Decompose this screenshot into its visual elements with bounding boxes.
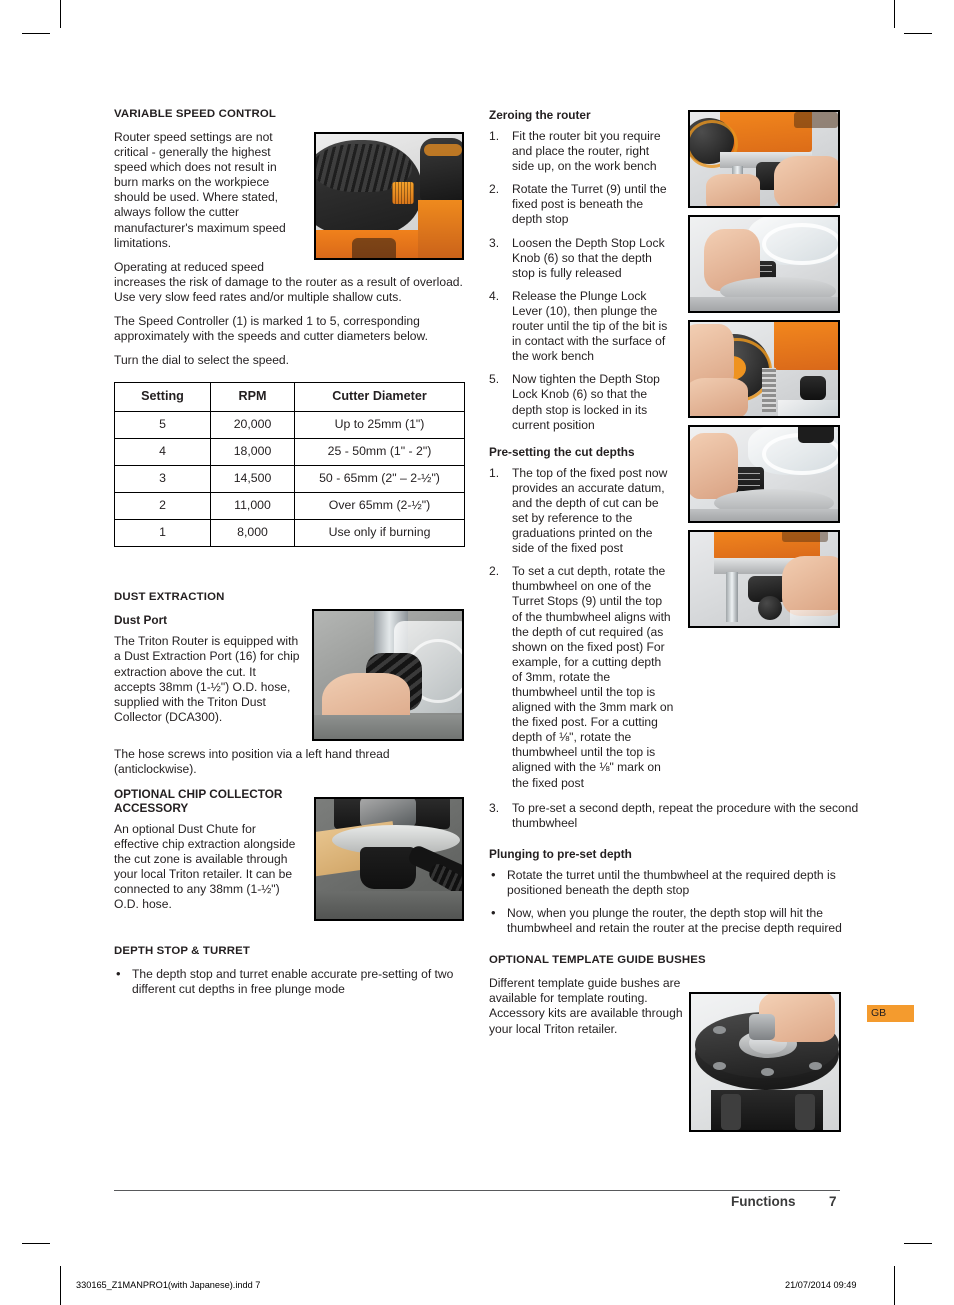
section-heading-variable-speed: VARIABLE SPEED CONTROL (114, 108, 276, 120)
section-heading-template-guide-bushes: OPTIONAL TEMPLATE GUIDE BUSHES (489, 954, 706, 967)
zeroing-step-3-photo (688, 320, 840, 418)
cell-rpm: 11,000 (210, 492, 295, 521)
dust-port-paragraph-2: The hose screws into position via a left… (114, 747, 390, 777)
list-item-text: Rotate the Turret (9) until the fixed po… (512, 182, 667, 227)
left-column: VARIABLE SPEED CONTROL Router speed sett… (114, 108, 465, 1007)
cell-setting: 1 (114, 519, 211, 548)
list-item: 1. The top of the fixed post now provide… (489, 466, 674, 557)
list-item-text: Release the Plunge Lock Lever (10), then… (512, 288, 668, 364)
list-item-text: The top of the fixed post now provides a… (512, 465, 668, 556)
cell-cutter-diameter: Use only if burning (294, 519, 465, 548)
cell-setting: 2 (114, 492, 211, 521)
bullet-marker: • (116, 965, 121, 981)
list-item-text: To set a cut depth, rotate the thumbwhee… (512, 564, 674, 790)
variable-speed-paragraph-4: Turn the dial to select the speed. (114, 353, 290, 368)
list-number: 3. (489, 235, 500, 250)
list-item: 2. Rotate the Turret (9) until the fixed… (489, 182, 674, 227)
list-item: 3. Loosen the Depth Stop Lock Knob (6) s… (489, 236, 674, 281)
list-number: 2. (489, 564, 500, 579)
bullet-marker: • (491, 905, 496, 921)
subheading-plunging-to-preset-depth: Plunging to pre-set depth (489, 846, 632, 861)
speed-settings-table: Setting RPM Cutter Diameter 5 20,000 Up … (114, 382, 465, 548)
list-item-text: Loosen the Depth Stop Lock Knob (6) so t… (512, 235, 665, 280)
imprint-rule-right (894, 1266, 895, 1300)
list-item: 4. Release the Plunge Lock Lever (10), t… (489, 289, 674, 364)
list-item: 5. Now tighten the Depth Stop Lock Knob … (489, 372, 674, 432)
list-number: 1. (489, 129, 500, 143)
zeroing-step-1-photo (688, 110, 840, 208)
list-item-text: Now, when you plunge the router, the dep… (507, 906, 842, 936)
chip-collector-dust-chute-photo (314, 796, 464, 921)
manual-page: VARIABLE SPEED CONTROL Router speed sett… (0, 0, 954, 1305)
list-number: 5. (489, 372, 500, 387)
cell-rpm: 18,000 (210, 438, 295, 467)
list-item-text: Fit the router bit you require and place… (512, 129, 661, 174)
list-item: • Rotate the turret until the thumbwheel… (489, 866, 859, 898)
list-item-text: Now tighten the Depth Stop Lock Knob (6)… (512, 372, 660, 432)
list-item-text: To pre-set a second depth, repeat the pr… (512, 800, 859, 830)
imprint-rule-left (60, 1266, 61, 1300)
column-header-cutter-diameter: Cutter Diameter (294, 382, 465, 413)
list-item-text: The depth stop and turret enable accurat… (132, 966, 454, 996)
depth-stop-turret-bullet-list: • The depth stop and turret enable accur… (114, 965, 464, 997)
cell-rpm: 8,000 (210, 519, 295, 548)
table-row: 4 18,000 25 - 50mm (1" - 2") (114, 438, 465, 467)
cell-cutter-diameter: Up to 25mm (1") (294, 411, 465, 440)
zeroing-steps-list: 1. Fit the router bit you require and pl… (489, 129, 674, 433)
bullet-marker: • (491, 866, 496, 882)
variable-speed-paragraph-3: The Speed Controller (1) is marked 1 to … (114, 314, 428, 344)
router-speed-dial-photo (314, 132, 464, 260)
list-item: 1. Fit the router bit you require and pl… (489, 129, 674, 174)
footer-section-label: Functions (731, 1194, 796, 1209)
dust-extraction-port-photo (312, 609, 464, 742)
cell-rpm: 14,500 (210, 465, 295, 494)
list-number: 2. (489, 182, 500, 197)
locale-tab-gb: GB (867, 1005, 914, 1022)
list-number: 3. (489, 800, 500, 815)
imprint-filename: 330165_Z1MANPRO1(with Japanese).indd 7 (76, 1280, 261, 1290)
table-row: 1 8,000 Use only if burning (114, 519, 465, 548)
cell-setting: 4 (114, 438, 211, 467)
pre-setting-steps-list-continued: 3. To pre-set a second depth, repeat the… (489, 801, 859, 831)
list-item: 2. To set a cut depth, rotate the thumbw… (489, 564, 674, 790)
zeroing-step-4-photo (688, 425, 840, 523)
cell-setting: 3 (114, 465, 211, 494)
pre-setting-steps-list: 1. The top of the fixed post now provide… (489, 466, 674, 791)
table-row: 3 14,500 50 - 65mm (2" – 2-½") (114, 465, 465, 494)
cell-cutter-diameter: Over 65mm (2-½") (294, 492, 465, 521)
cell-cutter-diameter: 50 - 65mm (2" – 2-½") (294, 465, 465, 494)
list-number: 1. (489, 465, 500, 480)
plunging-bullet-list: • Rotate the turret until the thumbwheel… (489, 866, 859, 936)
table-row: 2 11,000 Over 65mm (2-½") (114, 492, 465, 521)
list-item: • The depth stop and turret enable accur… (114, 965, 464, 997)
footer-rule (114, 1190, 840, 1191)
cell-rpm: 20,000 (210, 411, 295, 440)
list-number: 4. (489, 288, 500, 303)
zeroing-step-5-photo (688, 530, 840, 628)
section-heading-dust-extraction: DUST EXTRACTION (114, 591, 225, 604)
cell-setting: 5 (114, 411, 211, 440)
table-header-row: Setting RPM Cutter Diameter (114, 382, 465, 413)
list-item: 3. To pre-set a second depth, repeat the… (489, 801, 859, 831)
list-item: • Now, when you plunge the router, the d… (489, 905, 859, 936)
template-bushes-paragraph-1: Different template guide bushes are avai… (489, 976, 683, 1036)
column-header-setting: Setting (114, 382, 211, 413)
column-header-rpm: RPM (210, 382, 295, 413)
imprint-timestamp: 21/07/2014 09:49 (785, 1280, 857, 1290)
table-row: 5 20,000 Up to 25mm (1") (114, 411, 465, 440)
zeroing-photo-strip (688, 110, 840, 635)
variable-speed-paragraph-2: Operating at reduced speed increases the… (114, 259, 463, 304)
template-guide-bush-photo (689, 992, 841, 1132)
section-heading-depth-stop-turret: DEPTH STOP & TURRET (114, 944, 250, 957)
zeroing-step-2-photo (688, 215, 840, 313)
page-number: 7 (829, 1194, 837, 1209)
list-item-text: Rotate the turret until the thumbwheel a… (507, 867, 836, 897)
subheading-chip-collector: OPTIONAL CHIP COLLECTOR ACCESSORY (114, 786, 283, 815)
cell-cutter-diameter: 25 - 50mm (1" - 2") (294, 438, 465, 467)
